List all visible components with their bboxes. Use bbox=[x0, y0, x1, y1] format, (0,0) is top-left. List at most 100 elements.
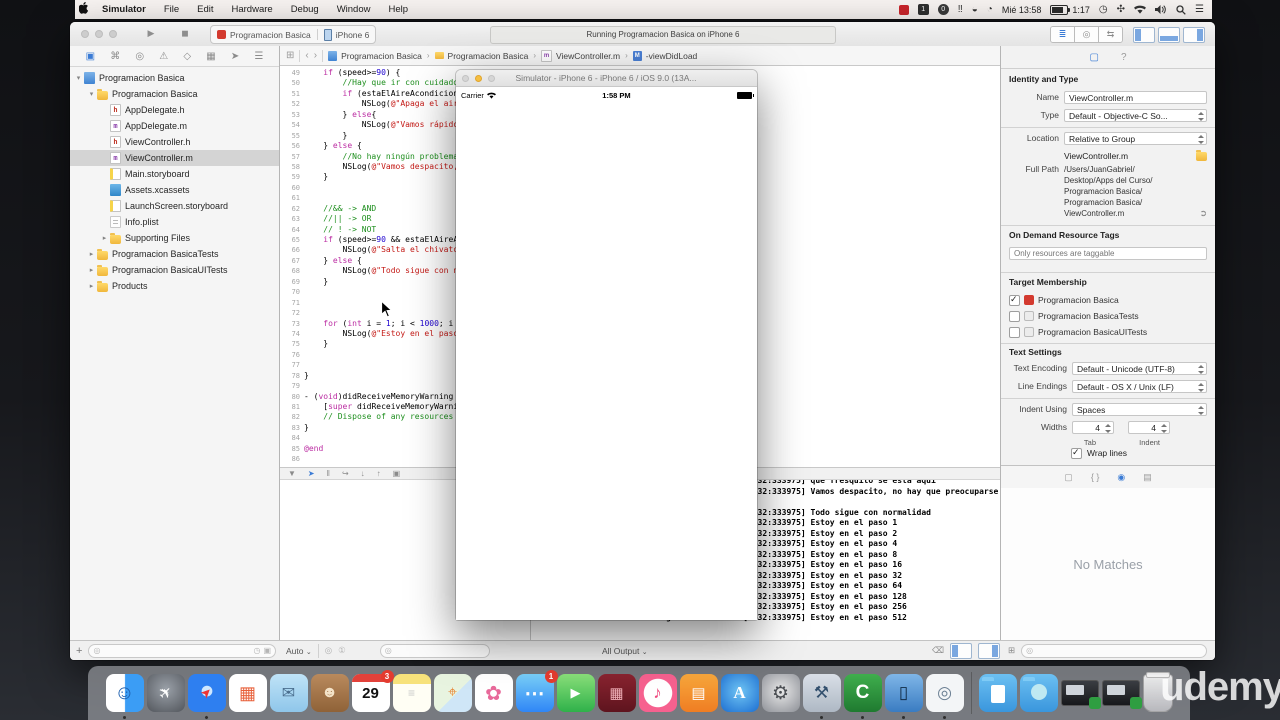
go-back-button[interactable]: ‹ bbox=[305, 50, 308, 61]
notification-center[interactable]: ☰ bbox=[1195, 4, 1204, 15]
globe-status[interactable]: 0 bbox=[937, 4, 949, 15]
file-row-programacion-basica[interactable]: ▾ Programacion Basica bbox=[70, 86, 279, 102]
target-membership-row[interactable]: Programacion Basica bbox=[1001, 292, 1215, 308]
navigator-filter-field[interactable]: ◎ ◷ ▣ bbox=[88, 643, 276, 658]
dock-xcode[interactable]: ⚒ bbox=[802, 674, 841, 719]
dock-folder-downloads[interactable] bbox=[1019, 674, 1058, 712]
menu-debug[interactable]: Debug bbox=[282, 4, 328, 15]
target-checkbox[interactable] bbox=[1009, 310, 1020, 322]
file-name-field[interactable]: ViewController.m bbox=[1064, 90, 1207, 104]
breadcrumb-item[interactable]: M -viewDidLoad bbox=[632, 50, 697, 61]
spotlight[interactable] bbox=[1176, 4, 1186, 15]
location-popup[interactable]: Relative to Group bbox=[1064, 131, 1207, 145]
simulator-title-bar[interactable]: Simulator - iPhone 6 - iPhone 6 / iOS 9.… bbox=[456, 70, 757, 87]
target-checkbox[interactable] bbox=[1009, 294, 1020, 306]
run-button[interactable]: ▶ bbox=[138, 25, 164, 42]
dock-messages[interactable]: ⋯ 1 bbox=[515, 670, 558, 712]
target-checkbox[interactable] bbox=[1009, 326, 1020, 338]
media-library-tab[interactable]: ▤ bbox=[1143, 472, 1152, 483]
file-row-supporting-files[interactable]: ▸ Supporting Files bbox=[70, 230, 279, 246]
step-out-button[interactable]: ↑ bbox=[377, 469, 381, 478]
debug-view-hierarchy-button[interactable]: ▣ bbox=[393, 469, 401, 478]
wrap-lines-checkbox[interactable] bbox=[1071, 447, 1082, 459]
menu-help[interactable]: Help bbox=[379, 4, 417, 15]
breakpoint-navigator-tab[interactable]: ➤ bbox=[231, 51, 239, 62]
target-membership-row[interactable]: Programacion BasicaTests bbox=[1001, 308, 1215, 324]
stop-button[interactable]: ◼ bbox=[172, 25, 198, 42]
file-row-programacion-basicatests[interactable]: ▸ Programacion BasicaTests bbox=[70, 246, 279, 262]
disclosure-triangle[interactable]: ▾ bbox=[87, 90, 96, 98]
dock-camtasia[interactable]: C bbox=[843, 674, 882, 719]
toggle-inspector-button[interactable] bbox=[1183, 26, 1205, 43]
hide-debug-area-button[interactable]: ▼ bbox=[288, 469, 296, 478]
sim-minimize-button[interactable] bbox=[475, 74, 482, 82]
sim-close-button[interactable] bbox=[462, 74, 469, 82]
menu-edit[interactable]: Edit bbox=[188, 4, 222, 15]
dock-mail[interactable]: ✉ bbox=[269, 674, 308, 712]
time-machine[interactable]: ◷ bbox=[1099, 4, 1108, 15]
add-file-button[interactable]: + bbox=[76, 645, 82, 657]
input-source[interactable]: ✣ bbox=[1117, 4, 1125, 15]
breadcrumb-item[interactable]: Programacion Basica bbox=[434, 51, 528, 61]
odr-tags-input[interactable] bbox=[1009, 247, 1207, 260]
target-membership-row[interactable]: Programacion BasicaUITests bbox=[1001, 324, 1215, 340]
dock-folder-documents[interactable] bbox=[978, 674, 1017, 712]
breadcrumb-item[interactable]: Programacion Basica bbox=[328, 50, 422, 61]
file-row-appdelegate-h[interactable]: h AppDelegate.h bbox=[70, 102, 279, 118]
hat-status[interactable]: ◒ bbox=[972, 4, 978, 15]
menu-hardware[interactable]: Hardware bbox=[223, 4, 282, 15]
breakpoints-toggle-button[interactable]: ➤ bbox=[308, 469, 315, 478]
dock-app-grid[interactable]: ▦ bbox=[228, 674, 267, 712]
text-encoding-popup[interactable]: Default - Unicode (UTF-8) bbox=[1072, 361, 1207, 375]
test-navigator-tab[interactable]: ◇ bbox=[183, 51, 191, 62]
indent-using-popup[interactable]: Spaces bbox=[1072, 402, 1207, 416]
dock-contacts[interactable]: ☻ bbox=[310, 674, 349, 712]
dock-preview[interactable]: ◎ bbox=[925, 674, 964, 719]
close-window-button[interactable] bbox=[81, 30, 89, 38]
line-endings-popup[interactable]: Default - OS X / Unix (LF) bbox=[1072, 379, 1207, 393]
menu-clock[interactable]: Mié 13:58 bbox=[1002, 5, 1042, 15]
show-variables-pane-button[interactable] bbox=[950, 642, 972, 659]
related-items-icon[interactable]: ⊞ bbox=[286, 50, 294, 61]
file-row-launchscreen-storyboard[interactable]: LaunchScreen.storyboard bbox=[70, 198, 279, 214]
dock-calendar[interactable]: 29 3 bbox=[351, 670, 394, 712]
disclosure-triangle[interactable]: ▸ bbox=[87, 266, 96, 274]
file-row-assets-xcassets[interactable]: Assets.xcassets bbox=[70, 182, 279, 198]
simulator-screen[interactable] bbox=[456, 103, 757, 620]
reveal-folder-icon[interactable] bbox=[1196, 149, 1207, 161]
console-scope-popup[interactable]: All Output ⌄ bbox=[602, 646, 648, 656]
sim-zoom-button[interactable] bbox=[488, 74, 495, 82]
symbol-navigator-tab[interactable]: ⌘ bbox=[110, 51, 120, 62]
library-grid-toggle[interactable]: ⊞ bbox=[1008, 645, 1015, 656]
issue-navigator-tab[interactable]: ⚠ bbox=[159, 51, 168, 62]
file-row-main-storyboard[interactable]: Main.storyboard bbox=[70, 166, 279, 182]
clear-console-button[interactable]: ⌫ bbox=[932, 645, 944, 656]
reveal-in-finder-arrow[interactable]: ➲ bbox=[1199, 208, 1207, 219]
dock-ios-simulator[interactable]: ▯ bbox=[884, 674, 923, 719]
file-row-programacion-basicauitests[interactable]: ▸ Programacion BasicaUITests bbox=[70, 262, 279, 278]
file-row-viewcontroller-m[interactable]: m ViewController.m bbox=[70, 150, 279, 166]
show-console-pane-button[interactable] bbox=[978, 642, 1000, 659]
file-inspector-tab[interactable]: ▢ bbox=[1089, 52, 1098, 63]
battery-indicator[interactable]: 1:17 bbox=[1050, 4, 1090, 15]
dock-ibooks[interactable]: ▤ bbox=[679, 674, 718, 712]
standard-editor-button[interactable]: ≣ bbox=[1051, 27, 1075, 42]
variables-filter-field[interactable]: ◎ bbox=[379, 643, 490, 658]
quick-help-inspector-tab[interactable]: ? bbox=[1121, 52, 1127, 63]
library-filter-field[interactable]: ◎ bbox=[1021, 643, 1207, 658]
debug-navigator-tab[interactable]: ▦ bbox=[206, 51, 215, 62]
dock-photos[interactable]: ✿ bbox=[474, 674, 513, 712]
wifi[interactable] bbox=[1134, 5, 1147, 14]
project-navigator-tab[interactable]: ▣ bbox=[86, 51, 95, 62]
variables-scope-popup[interactable]: Auto ⌄ bbox=[286, 646, 312, 656]
clipboard-badge[interactable]: 1 bbox=[917, 4, 929, 15]
gauge-status[interactable]: ◔ bbox=[987, 4, 993, 15]
disclosure-triangle[interactable]: ▸ bbox=[87, 250, 96, 258]
dock-launchpad[interactable]: ✈ bbox=[146, 674, 185, 712]
breadcrumb-item[interactable]: m ViewController.m bbox=[541, 49, 620, 62]
menu-window[interactable]: Window bbox=[328, 4, 380, 15]
dock-notes[interactable]: ≡ bbox=[392, 674, 431, 712]
toggle-debug-area-button[interactable] bbox=[1158, 26, 1180, 43]
tab-width-stepper[interactable]: 4 bbox=[1072, 420, 1114, 434]
go-forward-button[interactable]: › bbox=[314, 50, 317, 61]
